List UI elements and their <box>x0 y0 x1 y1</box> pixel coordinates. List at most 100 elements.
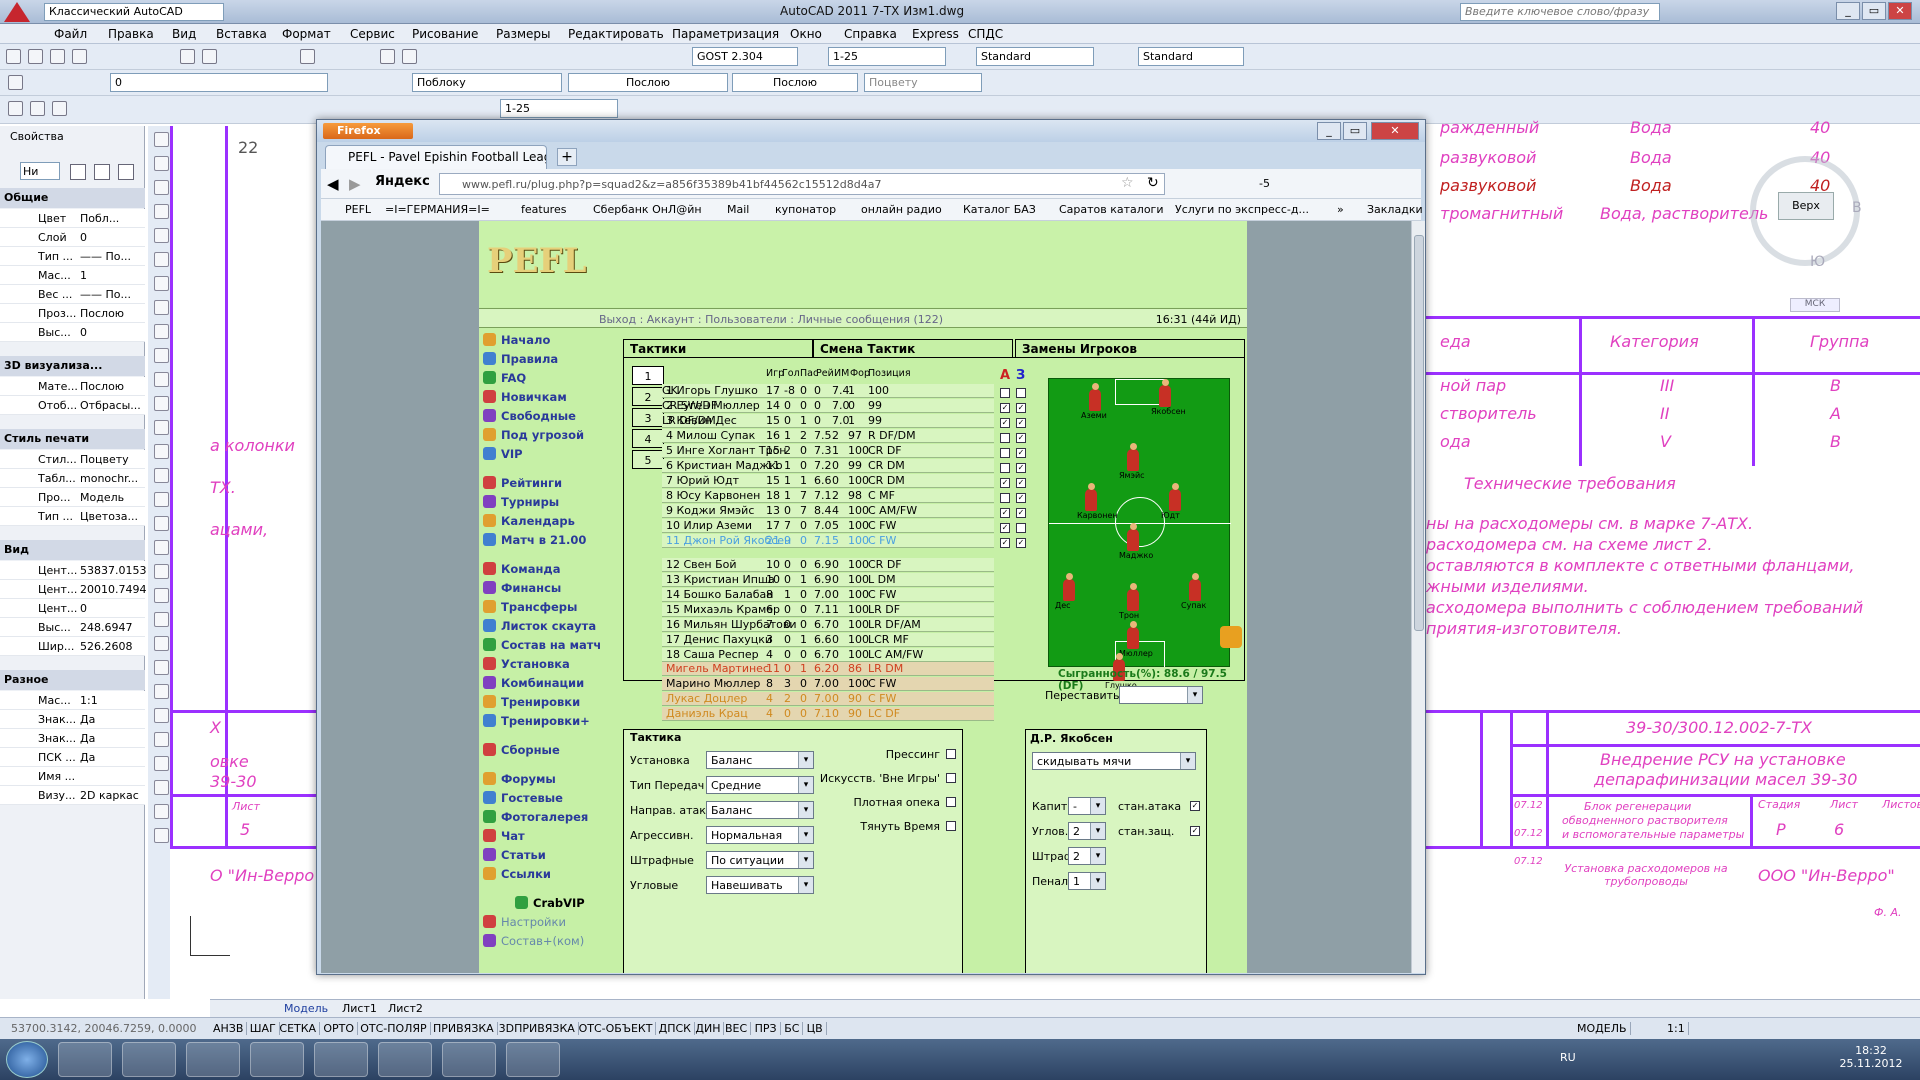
tool-icon[interactable] <box>154 444 169 459</box>
menu-edit[interactable]: Правка <box>108 27 154 41</box>
tool-icon[interactable] <box>154 684 169 699</box>
help-search-input[interactable]: Введите ключевое слово/фразу <box>1460 3 1660 21</box>
property-value[interactable]: Модель <box>80 491 124 504</box>
status-toggle[interactable]: БС <box>781 1022 804 1035</box>
property-value[interactable]: Да <box>80 713 95 726</box>
order-a-checkbox[interactable]: ✓ <box>1000 508 1010 518</box>
property-row[interactable]: Про... Модель <box>0 488 145 507</box>
close-button[interactable]: ✕ <box>1888 2 1912 20</box>
menu-parametric[interactable]: Параметризация <box>672 27 779 41</box>
order-a-checkbox[interactable]: ✓ <box>1000 403 1010 413</box>
order-z-checkbox[interactable]: ✓ <box>1016 403 1026 413</box>
menu-window[interactable]: Окно <box>790 27 822 41</box>
property-row[interactable]: Знак... Да <box>0 729 145 748</box>
bookmark-germany[interactable]: =I=ГЕРМАНИЯ=I= <box>385 203 490 216</box>
tool-icon[interactable] <box>154 180 169 195</box>
table-row[interactable]: 1 Игорь Глушко 17 -8 0 0 7.4 1 100 GK <box>662 384 994 398</box>
plot-style-select[interactable]: Поцвету <box>864 73 982 92</box>
ff-minimize-button[interactable]: _ <box>1317 122 1341 140</box>
property-row[interactable]: Цент... 20010.7494 <box>0 580 146 599</box>
pitch-player[interactable] <box>1089 383 1101 411</box>
prop-section-header[interactable]: Общие <box>0 188 145 208</box>
bookmark-catalog-baz[interactable]: Каталог БАЗ <box>963 203 1036 216</box>
tactic-select[interactable]: По ситуации <box>706 851 814 869</box>
table-style-select[interactable]: Standard <box>1138 47 1244 66</box>
tab-change-tactics[interactable]: Смена Тактик <box>813 339 1013 357</box>
order-a-checkbox[interactable]: ✓ <box>1000 478 1010 488</box>
pan-icon[interactable] <box>380 49 395 64</box>
sidebar-menu-item[interactable]: Начало <box>483 333 550 347</box>
menu-draw[interactable]: Рисование <box>412 27 478 41</box>
line-icon[interactable] <box>8 101 23 116</box>
page-scroll-thumb[interactable] <box>1414 235 1424 631</box>
sidebar-menu-item[interactable]: Статьи <box>483 848 546 862</box>
squad-tab-5[interactable]: 5 <box>632 450 664 469</box>
layer-select[interactable]: 0 <box>110 73 328 92</box>
tool-icon[interactable] <box>154 372 169 387</box>
sidebar-menu-item[interactable]: Фотогалерея <box>483 810 588 824</box>
account-links[interactable]: Выход : Аккаунт : Пользователи : Личные … <box>599 313 943 326</box>
tab-sheet1[interactable]: Лист1 <box>342 1002 377 1015</box>
property-row[interactable]: Цент... 53837.0153 <box>0 561 146 580</box>
wcs-menu[interactable]: МСК <box>1790 298 1840 312</box>
order-a-checkbox[interactable] <box>1000 388 1010 398</box>
tool-icon[interactable] <box>154 660 169 675</box>
bookmark-pefl[interactable]: PEFL <box>345 203 371 216</box>
property-row[interactable]: Тип ... Цветоза... <box>0 507 145 526</box>
tool-icon[interactable] <box>154 516 169 531</box>
property-value[interactable]: Послою <box>80 307 124 320</box>
copy-icon[interactable] <box>202 49 217 64</box>
order-a-checkbox[interactable]: ✓ <box>1000 538 1010 548</box>
menu-modify[interactable]: Редактировать <box>568 27 664 41</box>
table-row[interactable]: 13 Кристиан Ипша 10 0 1 6.9 0 100 L DM <box>662 573 994 587</box>
table-row[interactable]: 14 Бошко Балабан 8 1 0 7.0 0 100 C FW <box>662 588 994 602</box>
table-row[interactable]: Лукас Доцлер 4 2 0 7.0 0 90 C FW <box>662 692 994 706</box>
table-row[interactable]: 10 Илир Аземи 17 7 0 7.0 5 100 C FW <box>662 519 994 533</box>
sidebar-menu-item[interactable]: CrabVIP <box>515 896 585 910</box>
table-row[interactable]: Даниэль Крац 4 0 0 7.1 0 90 LC DF <box>662 707 994 721</box>
order-z-checkbox[interactable] <box>1016 388 1026 398</box>
property-row[interactable]: Проз... Послою <box>0 304 145 323</box>
status-toggle[interactable]: СЕТКА <box>276 1022 321 1035</box>
sidebar-menu-item[interactable]: Листок скаута <box>483 619 596 633</box>
sidebar-menu-item[interactable]: Тренировки <box>483 695 580 709</box>
property-row[interactable]: Мате... Послою <box>0 377 145 396</box>
sidebar-menu-item[interactable]: FAQ <box>483 371 526 385</box>
property-row[interactable]: Визу... 2D каркас <box>0 786 145 805</box>
status-toggle[interactable]: ШАГ <box>247 1022 280 1035</box>
menu-express[interactable]: Express <box>912 27 959 41</box>
table-row[interactable]: 16 Мильян Шурбатови 7 0 0 6.7 0 100 LR DF/AM <box>662 618 994 632</box>
status-toggle[interactable]: ВЕС <box>722 1022 752 1035</box>
menu-help[interactable]: Справка <box>844 27 897 41</box>
taskbar-autocad[interactable] <box>314 1042 368 1077</box>
order-z-checkbox[interactable]: ✓ <box>1016 448 1026 458</box>
url-bar[interactable]: www.pefl.ru/plug.php?p=squad2&z=a856f353… <box>439 173 1165 195</box>
taskbar-excel[interactable] <box>506 1042 560 1077</box>
table-row[interactable]: 8 Юсу Карвонен 18 1 7 7.1 2 98 C MF <box>662 489 994 503</box>
player-name[interactable]: Мигель Мартинес <box>666 662 769 675</box>
table-row[interactable]: 15 Михаэль Крамер 6 0 0 7.1 1 100 LR DF <box>662 603 994 617</box>
sidebar-menu-item[interactable]: Гостевые <box>483 791 563 805</box>
property-row[interactable]: Шир... 526.2608 <box>0 637 145 656</box>
print-icon[interactable] <box>72 49 87 64</box>
player-name[interactable]: Даниэль Крац <box>666 707 748 720</box>
player-name[interactable]: 15 Михаэль Крамер <box>666 603 780 616</box>
order-select[interactable]: 1 <box>1068 872 1106 890</box>
forward-icon[interactable]: ▶ <box>349 175 361 193</box>
order-a-checkbox[interactable]: ✓ <box>1000 418 1010 428</box>
player-name[interactable]: 13 Кристиан Ипша <box>666 573 775 586</box>
property-row[interactable]: Выс... 248.6947 <box>0 618 145 637</box>
bookmark-star-icon[interactable]: ☆ <box>1121 175 1134 191</box>
sidebar-menu-item[interactable]: Команда <box>483 562 560 576</box>
restore-button[interactable]: ▭ <box>1862 2 1886 20</box>
tactic-select[interactable]: Нормальная <box>706 826 814 844</box>
sidebar-menu-item[interactable]: Матч в 21.00 <box>483 533 586 547</box>
status-toggle[interactable]: ДИН <box>692 1022 725 1035</box>
bookmark-express[interactable]: Услуги по экспресс-д... <box>1175 203 1309 216</box>
property-value[interactable]: 0 <box>80 326 87 339</box>
table-row[interactable]: 17 Денис Пахуцки 3 0 1 6.6 0 100 LCR MF <box>662 633 994 647</box>
property-value[interactable]: 248.6947 <box>80 621 133 634</box>
tool-icon[interactable] <box>154 564 169 579</box>
order-checkbox[interactable]: ✓ <box>1190 826 1200 836</box>
bookmarks-overflow[interactable]: » <box>1337 203 1344 216</box>
